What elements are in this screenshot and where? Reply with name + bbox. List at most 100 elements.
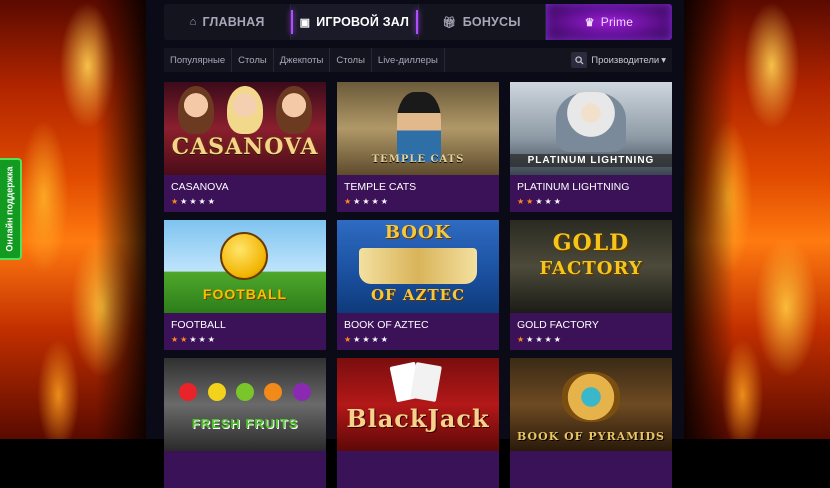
game-title: GOLD FACTORY	[517, 319, 599, 331]
game-card-fresh-fruits[interactable]: FRESH FRUITS	[164, 358, 326, 488]
online-support-label: Онлайн поддержка	[5, 166, 15, 252]
star-icon[interactable]: ★	[199, 335, 206, 345]
filter-tables[interactable]: Столы	[232, 48, 274, 72]
star-rating: ★ ★ ★ ★ ★	[344, 335, 492, 345]
game-card-platinum-lightning[interactable]: PLATINUM LIGHTNING PLATINUM LIGHTNING ★ ★…	[510, 82, 672, 212]
nav-game-hall[interactable]: ▣ ИГРОВОЙ ЗАЛ	[291, 4, 419, 40]
slot-machine-icon: ▣	[299, 16, 311, 29]
game-title: BOOK OF AZTEC	[344, 319, 429, 331]
game-card-football[interactable]: FOOTBALL FOOTBALL ★ ★ ★ ★ ★	[164, 220, 326, 350]
star-icon[interactable]: ★	[199, 197, 206, 207]
game-thumbnail[interactable]: PLATINUM LIGHTNING	[510, 82, 672, 175]
game-thumbnail[interactable]: CASANOVA	[164, 82, 326, 175]
game-title: TEMPLE CATS	[344, 181, 417, 193]
star-icon[interactable]: ★	[554, 335, 561, 345]
game-title: PLATINUM LIGHTNING	[517, 181, 630, 193]
game-card-blackjack[interactable]: BlackJack	[337, 358, 499, 488]
game-thumbnail[interactable]: GOLD FACTORY	[510, 220, 672, 313]
nav-game-hall-label: ИГРОВОЙ ЗАЛ	[316, 15, 410, 29]
star-icon[interactable]: ★	[372, 335, 379, 345]
nav-home[interactable]: ⌂ ГЛАВНАЯ	[164, 4, 292, 40]
game-thumbnail[interactable]: TEMPLE CATS	[337, 82, 499, 175]
star-icon[interactable]: ★	[353, 197, 360, 207]
thumb-logo-text: FOOTBALL	[202, 286, 288, 302]
star-icon[interactable]: ★	[362, 335, 369, 345]
nav-bonuses-label: БОНУСЫ	[462, 15, 521, 29]
star-icon[interactable]: ★	[208, 335, 215, 345]
game-card-temple-cats[interactable]: TEMPLE CATS TEMPLE CATS ★ ★ ★ ★ ★	[337, 82, 499, 212]
star-rating: ★ ★ ★ ★ ★	[171, 335, 319, 345]
star-icon[interactable]: ★	[526, 335, 533, 345]
game-card-book-of-pyramids[interactable]: BOOK OF PYRAMIDS	[510, 358, 672, 488]
star-icon[interactable]: ★	[535, 335, 542, 345]
star-rating: ★ ★ ★ ★ ★	[517, 197, 665, 207]
game-title: FOOTBALL	[171, 319, 226, 331]
star-icon[interactable]: ★	[208, 197, 215, 207]
star-icon[interactable]: ★	[517, 197, 524, 207]
game-thumbnail[interactable]: BOOK OF AZTEC	[337, 220, 499, 313]
thumb-logo-text: CASANOVA	[171, 134, 319, 160]
star-icon[interactable]: ★	[344, 335, 351, 345]
game-thumbnail[interactable]: FOOTBALL	[164, 220, 326, 313]
filter-bar: Популярные Столы Джекпоты Столы Live-дил…	[164, 48, 672, 72]
nav-bonuses[interactable]: 🎁︎ БОНУСЫ	[419, 4, 546, 40]
star-icon[interactable]: ★	[554, 197, 561, 207]
nav-prime-label: Prime	[600, 15, 634, 29]
filter-jackpots[interactable]: Джекпоты	[274, 48, 331, 72]
providers-dropdown[interactable]: Производители ▾	[591, 55, 672, 66]
star-icon[interactable]: ★	[344, 197, 351, 207]
thumb-logo-text: BOOK OF PYRAMIDS	[517, 430, 665, 443]
gift-icon: 🎁︎	[442, 16, 457, 29]
game-thumbnail[interactable]: BlackJack	[337, 358, 499, 451]
game-card-casanova[interactable]: CASANOVA CASANOVA ★ ★ ★ ★ ★	[164, 82, 326, 212]
star-icon[interactable]: ★	[362, 197, 369, 207]
main-content: ⌂ ГЛАВНАЯ ▣ ИГРОВОЙ ЗАЛ 🎁︎ БОНУСЫ ♛ Prim…	[146, 0, 684, 488]
star-icon[interactable]: ★	[180, 335, 187, 345]
fire-background-right	[684, 0, 830, 439]
home-icon: ⌂	[189, 16, 197, 28]
star-icon[interactable]: ★	[171, 197, 178, 207]
star-icon[interactable]: ★	[381, 197, 388, 207]
thumb-logo-text: BlackJack	[346, 404, 490, 433]
thumb-logo-text: BOOK	[384, 222, 452, 243]
thumb-logo-text: FACTORY	[539, 258, 643, 279]
star-icon[interactable]: ★	[535, 197, 542, 207]
star-icon[interactable]: ★	[545, 197, 552, 207]
search-icon	[575, 55, 584, 65]
thumb-logo-text: OF AZTEC	[370, 286, 466, 304]
game-card-gold-factory[interactable]: GOLD FACTORY GOLD FACTORY ★ ★ ★ ★ ★	[510, 220, 672, 350]
star-icon[interactable]: ★	[353, 335, 360, 345]
thumb-logo-text: FRESH FRUITS	[191, 416, 299, 431]
online-support-tab[interactable]: Онлайн поддержка	[0, 158, 22, 260]
prime-logo-icon: ♛	[584, 16, 595, 29]
game-card-book-of-aztec[interactable]: BOOK OF AZTEC BOOK OF AZTEC ★ ★ ★ ★ ★	[337, 220, 499, 350]
star-rating: ★ ★ ★ ★ ★	[171, 197, 319, 207]
top-navigation: ⌂ ГЛАВНАЯ ▣ ИГРОВОЙ ЗАЛ 🎁︎ БОНУСЫ ♛ Prim…	[164, 4, 672, 40]
chevron-down-icon: ▾	[661, 54, 666, 66]
star-icon[interactable]: ★	[372, 197, 379, 207]
game-thumbnail[interactable]: BOOK OF PYRAMIDS	[510, 358, 672, 451]
providers-label: Производители	[591, 54, 660, 66]
star-icon[interactable]: ★	[189, 197, 196, 207]
nav-prime[interactable]: ♛ Prime	[545, 4, 672, 40]
thumb-logo-text: GOLD	[552, 230, 630, 256]
filter-live-dealers[interactable]: Live-диллеры	[372, 48, 445, 72]
star-rating: ★ ★ ★ ★ ★	[517, 335, 665, 345]
star-icon[interactable]: ★	[526, 197, 533, 207]
star-rating: ★ ★ ★ ★ ★	[344, 197, 492, 207]
thumb-logo-text: TEMPLE CATS	[371, 154, 465, 165]
nav-home-label: ГЛАВНАЯ	[202, 15, 265, 29]
star-icon[interactable]: ★	[189, 335, 196, 345]
star-icon[interactable]: ★	[180, 197, 187, 207]
search-button[interactable]	[571, 52, 588, 68]
star-icon[interactable]: ★	[171, 335, 178, 345]
star-icon[interactable]: ★	[381, 335, 388, 345]
star-icon[interactable]: ★	[517, 335, 524, 345]
filter-popular[interactable]: Популярные	[164, 48, 233, 72]
games-grid: CASANOVA CASANOVA ★ ★ ★ ★ ★ TEMPLE CATS TEMP…	[164, 82, 672, 488]
thumb-logo-text: PLATINUM LIGHTNING	[510, 154, 672, 167]
game-title: CASANOVA	[171, 181, 229, 193]
star-icon[interactable]: ★	[545, 335, 552, 345]
filter-tables-2[interactable]: Столы	[330, 48, 372, 72]
game-thumbnail[interactable]: FRESH FRUITS	[164, 358, 326, 451]
